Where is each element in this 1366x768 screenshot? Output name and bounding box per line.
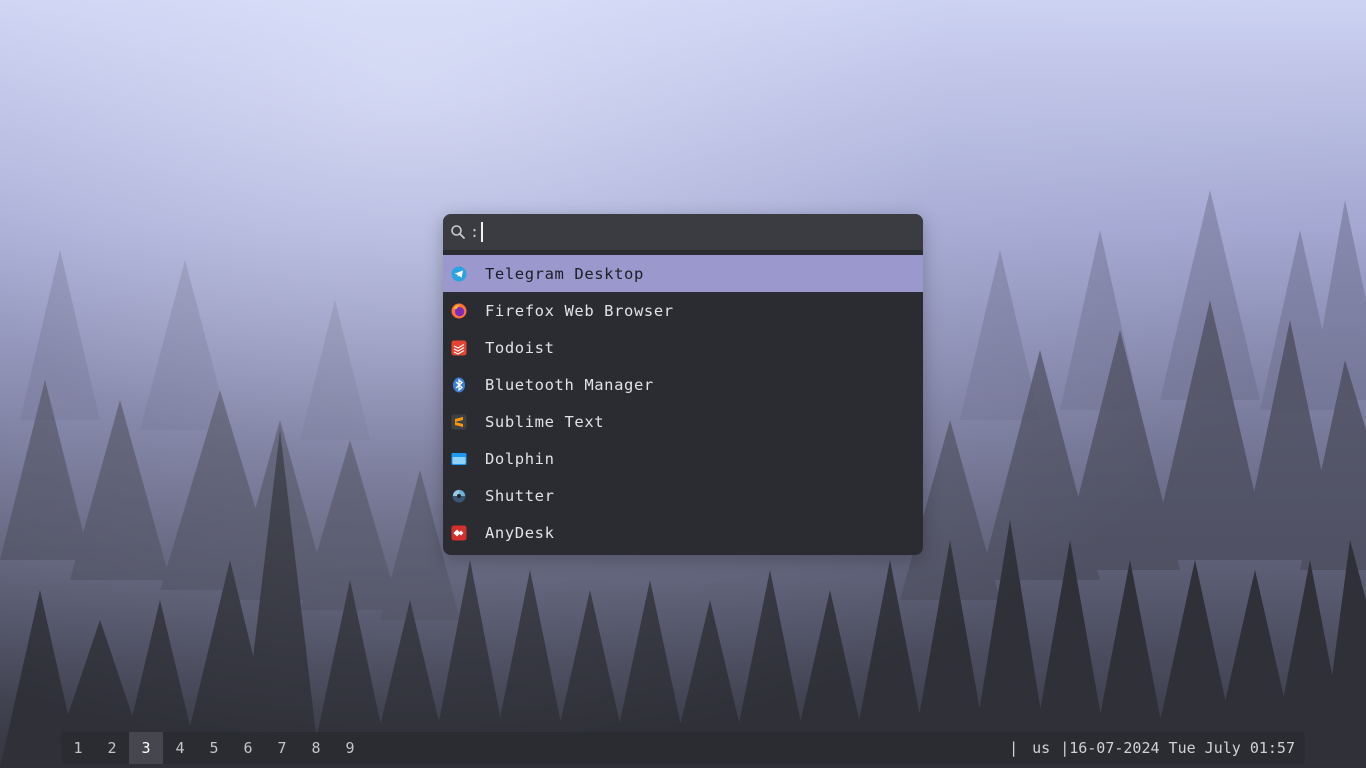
text-caret [481,222,484,242]
workspace-8[interactable]: 8 [299,732,333,764]
workspace-4[interactable]: 4 [163,732,197,764]
workspace-6[interactable]: 6 [231,732,265,764]
workspace-1[interactable]: 1 [61,732,95,764]
dolphin-folder-icon [451,451,467,467]
status-area: | us | 16-07-2024 Tue July 01:57 [1009,739,1295,757]
shutter-icon [451,488,467,504]
results-list: Telegram Desktop Firefox Web Browser Tod… [443,255,923,551]
result-todoist[interactable]: Todoist [443,329,923,366]
sublime-text-icon [451,414,467,430]
anydesk-icon [451,525,467,541]
keyboard-layout[interactable]: us [1032,739,1050,757]
separator: | [1060,739,1070,757]
result-label: Firefox Web Browser [485,301,674,320]
firefox-icon [451,303,467,319]
app-launcher: : Telegram Desktop Firefox Web Browser T… [443,214,923,555]
workspace-9[interactable]: 9 [333,732,367,764]
result-dolphin[interactable]: Dolphin [443,440,923,477]
result-sublime-text[interactable]: Sublime Text [443,403,923,440]
search-icon [450,224,466,240]
result-label: Sublime Text [485,412,605,431]
workspace-7[interactable]: 7 [265,732,299,764]
result-label: AnyDesk [485,523,555,542]
result-label: Shutter [485,486,555,505]
datetime: 16-07-2024 Tue July 01:57 [1069,739,1295,757]
workspace-list: 1 2 3 4 5 6 7 8 9 [61,732,367,764]
result-label: Telegram Desktop [485,264,644,283]
workspace-2[interactable]: 2 [95,732,129,764]
workspace-5[interactable]: 5 [197,732,231,764]
result-firefox-web-browser[interactable]: Firefox Web Browser [443,292,923,329]
result-label: Bluetooth Manager [485,375,654,394]
todoist-icon [451,340,467,356]
result-shutter[interactable]: Shutter [443,477,923,514]
result-label: Dolphin [485,449,555,468]
result-bluetooth-manager[interactable]: Bluetooth Manager [443,366,923,403]
search-prompt: : [470,223,480,241]
bluetooth-icon [451,377,467,393]
result-label: Todoist [485,338,555,357]
separator: | [1009,739,1019,757]
search-input[interactable] [489,221,923,243]
status-bar: 1 2 3 4 5 6 7 8 9 | us | 16-07-2024 Tue … [61,732,1305,764]
workspace-3[interactable]: 3 [129,732,163,764]
result-anydesk[interactable]: AnyDesk [443,514,923,551]
desktop: : Telegram Desktop Firefox Web Browser T… [0,0,1366,768]
result-telegram-desktop[interactable]: Telegram Desktop [443,255,923,292]
search-bar[interactable]: : [443,214,923,250]
telegram-icon [451,266,467,282]
